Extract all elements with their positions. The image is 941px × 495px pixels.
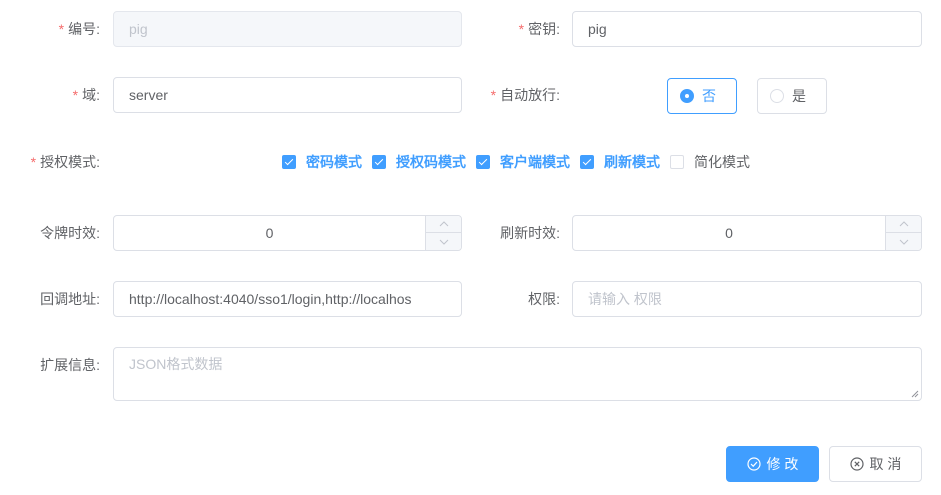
grant-client-credentials-checkbox[interactable]: 客户端模式	[476, 152, 570, 172]
auto-approve-yes-radio[interactable]: 是	[757, 78, 827, 114]
chevron-up-icon[interactable]	[426, 216, 461, 233]
radio-unchecked-icon	[770, 89, 784, 103]
id-label: * 编号:	[58, 21, 100, 37]
secret-input[interactable]: pig	[572, 11, 922, 47]
grant-password-checkbox[interactable]: 密码模式	[282, 152, 362, 172]
required-star: *	[518, 21, 525, 37]
auto-approve-no-radio[interactable]: 否	[667, 78, 737, 114]
chevron-down-icon[interactable]	[426, 233, 461, 250]
grant-types-label: * 授权模式:	[30, 154, 100, 170]
additional-info-label: 扩展信息:	[40, 357, 100, 373]
close-circle-icon	[849, 457, 864, 471]
stepper-controls	[885, 216, 921, 250]
redirect-uri-input[interactable]: http://localhost:4040/sso1/login,http://…	[113, 281, 462, 317]
required-star: *	[58, 21, 65, 37]
additional-info-textarea[interactable]: JSON格式数据	[113, 347, 922, 401]
authorities-label: 权限:	[528, 291, 560, 307]
access-token-validity-value[interactable]: 0	[114, 216, 425, 250]
chevron-up-icon[interactable]	[886, 216, 921, 233]
access-token-validity-label: 令牌时效:	[40, 225, 100, 241]
checkbox-checked-icon	[282, 155, 296, 169]
chevron-down-icon[interactable]	[886, 233, 921, 250]
grant-implicit-checkbox[interactable]: 简化模式	[670, 152, 750, 172]
access-token-validity-input[interactable]: 0	[113, 215, 462, 251]
checkbox-checked-icon	[372, 155, 386, 169]
additional-info-placeholder: JSON格式数据	[129, 356, 223, 372]
authorities-placeholder: 请输入 权限	[588, 291, 662, 307]
stepper-controls	[425, 216, 461, 250]
grant-types-group: 密码模式 授权码模式 客户端模式 刷新模式 简化模式	[282, 151, 760, 173]
required-star: *	[72, 87, 79, 103]
refresh-token-validity-value[interactable]: 0	[573, 216, 885, 250]
refresh-token-validity-label: 刷新时效:	[500, 225, 560, 241]
checkbox-checked-icon	[476, 155, 490, 169]
required-star: *	[30, 154, 37, 170]
cancel-button[interactable]: 取 消	[829, 446, 922, 482]
check-circle-icon	[746, 457, 761, 471]
redirect-uri-label: 回调地址:	[40, 291, 100, 307]
grant-authorization-code-checkbox[interactable]: 授权码模式	[372, 152, 466, 172]
auto-approve-label: * 自动放行:	[490, 87, 560, 103]
scope-label: * 域:	[72, 87, 100, 103]
submit-button[interactable]: 修 改	[726, 446, 819, 482]
checkbox-checked-icon	[580, 155, 594, 169]
checkbox-unchecked-icon	[670, 155, 684, 169]
id-input[interactable]: pig	[113, 11, 462, 47]
grant-refresh-token-checkbox[interactable]: 刷新模式	[580, 152, 660, 172]
authorities-input[interactable]: 请输入 权限	[572, 281, 922, 317]
refresh-token-validity-input[interactable]: 0	[572, 215, 922, 251]
radio-checked-icon	[680, 89, 694, 103]
resize-handle-icon[interactable]	[911, 390, 919, 398]
secret-label: * 密钥:	[518, 21, 560, 37]
scope-input[interactable]: server	[113, 77, 462, 113]
required-star: *	[490, 87, 497, 103]
